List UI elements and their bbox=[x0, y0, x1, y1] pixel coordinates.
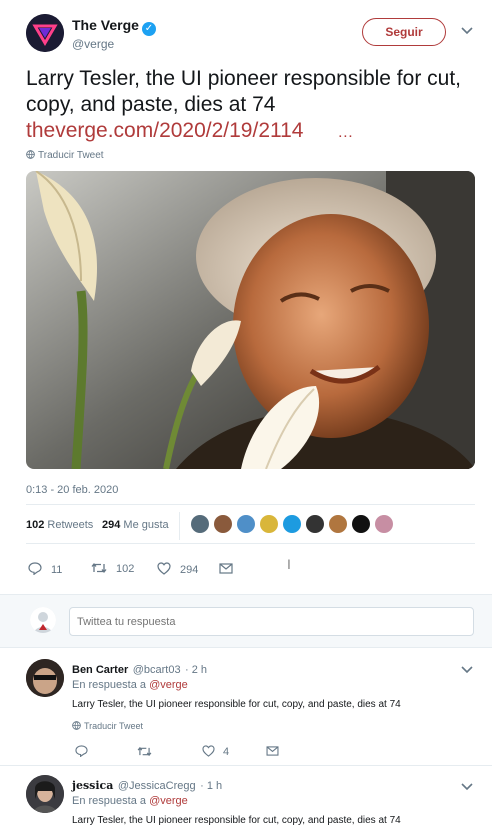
heart-icon bbox=[157, 562, 171, 575]
tweet-text: Larry Tesler, the UI pioneer responsible… bbox=[26, 66, 476, 146]
tweet-link-ellipsis[interactable]: … bbox=[337, 124, 353, 141]
reply-input[interactable] bbox=[69, 607, 474, 636]
in-reply-to: En respuesta a @verge bbox=[72, 679, 188, 691]
tweet-body: Larry Tesler, the UI pioneer responsible… bbox=[26, 67, 462, 116]
reply-count: 11 bbox=[51, 564, 63, 576]
reply-retweet-action[interactable] bbox=[137, 746, 152, 760]
text-cursor-icon: I bbox=[287, 556, 291, 572]
liker-avatar[interactable] bbox=[329, 515, 347, 533]
globe-icon bbox=[26, 150, 35, 159]
reply-avatar-photo bbox=[26, 775, 64, 813]
retweet-action[interactable]: 102 bbox=[91, 562, 134, 575]
reply-author-name[interactable]: jessica bbox=[72, 779, 113, 792]
reply-time[interactable]: · 2 h bbox=[185, 664, 207, 676]
reply-time[interactable]: · 1 h bbox=[200, 780, 222, 792]
reply-author-avatar[interactable] bbox=[26, 775, 64, 813]
retweets-label: Retweets bbox=[47, 519, 94, 531]
heart-icon bbox=[202, 745, 215, 757]
retweet-icon bbox=[137, 746, 152, 757]
reply-author-name[interactable]: Ben Carter bbox=[72, 664, 128, 676]
reply-header: jessica @JessicaCregg · 1 h bbox=[72, 776, 222, 794]
likes-label: Me gusta bbox=[123, 519, 169, 531]
reply-header: Ben Carter @bcart03 · 2 h bbox=[72, 660, 207, 678]
dm-action[interactable] bbox=[219, 563, 233, 577]
in-reply-mention[interactable]: @verge bbox=[149, 795, 188, 807]
liker-avatar[interactable] bbox=[260, 515, 278, 533]
reply-text: Larry Tesler, the UI pioneer responsible… bbox=[72, 815, 401, 826]
reply-reply-action[interactable] bbox=[75, 745, 88, 760]
follow-button[interactable]: Seguir bbox=[362, 18, 446, 46]
stats-separator bbox=[179, 512, 180, 540]
liker-avatar[interactable] bbox=[237, 515, 255, 533]
likes-count: 294 bbox=[102, 519, 121, 531]
retweets-count: 102 bbox=[26, 519, 45, 531]
likes-stat[interactable]: 294 Me gusta bbox=[102, 519, 169, 531]
liker-avatar[interactable] bbox=[306, 515, 324, 533]
in-reply-mention[interactable]: @verge bbox=[149, 679, 188, 691]
liker-avatar[interactable] bbox=[375, 515, 393, 533]
default-avatar-icon bbox=[30, 607, 56, 633]
reply-text: Larry Tesler, the UI pioneer responsible… bbox=[72, 699, 401, 710]
in-reply-to: En respuesta a @verge bbox=[72, 795, 188, 807]
reply-menu-chevron-icon[interactable] bbox=[461, 780, 473, 794]
reply-avatar-photo bbox=[26, 659, 64, 697]
liker-avatar[interactable] bbox=[283, 515, 301, 533]
divider bbox=[26, 543, 475, 544]
reply-menu-chevron-icon[interactable] bbox=[461, 663, 473, 677]
translate-label[interactable]: Traducir Tweet bbox=[38, 150, 104, 161]
like-action[interactable]: 294 bbox=[157, 562, 198, 576]
retweet-count: 102 bbox=[116, 563, 135, 575]
envelope-icon bbox=[219, 563, 233, 574]
reply-translate-link[interactable]: Traducir Tweet bbox=[72, 721, 143, 731]
retweet-stat[interactable]: 102 Retweets bbox=[26, 519, 93, 531]
in-reply-prefix: En respuesta a bbox=[72, 795, 146, 807]
verge-avatar[interactable] bbox=[26, 14, 64, 52]
in-reply-prefix: En respuesta a bbox=[72, 679, 146, 691]
reply-divider bbox=[0, 765, 492, 766]
envelope-icon bbox=[266, 746, 279, 756]
reply-like-count: 4 bbox=[223, 746, 230, 758]
liker-avatar[interactable] bbox=[214, 515, 232, 533]
globe-icon bbox=[72, 721, 81, 730]
reply-action[interactable]: 11 bbox=[28, 562, 62, 576]
verge-logo-icon bbox=[26, 14, 64, 52]
divider bbox=[26, 504, 475, 505]
tweet-link[interactable]: theverge.com/2020/2/19/2114 bbox=[26, 119, 303, 142]
author-handle[interactable]: @verge bbox=[72, 37, 114, 51]
larry-tesler-photo bbox=[26, 171, 475, 469]
current-user-avatar[interactable] bbox=[30, 607, 56, 633]
tweet-photo[interactable] bbox=[26, 171, 475, 469]
reply-dm-action[interactable] bbox=[266, 746, 279, 759]
author-name-row[interactable]: The Verge ✓ bbox=[72, 17, 156, 36]
author-name[interactable]: The Verge bbox=[72, 17, 139, 33]
translate-tweet-link[interactable]: Traducir Tweet bbox=[26, 150, 104, 161]
reply-icon bbox=[28, 562, 42, 576]
like-count: 294 bbox=[180, 564, 199, 576]
liker-avatar[interactable] bbox=[352, 515, 370, 533]
tweet-datetime[interactable]: 0:13 - 20 feb. 2020 bbox=[26, 484, 118, 496]
reply-like-action[interactable]: 4 bbox=[202, 745, 229, 758]
reply-author-handle[interactable]: @JessicaCregg bbox=[118, 780, 196, 792]
reply-author-handle[interactable]: @bcart03 bbox=[133, 664, 181, 676]
reply-translate-label[interactable]: Traducir Tweet bbox=[84, 721, 143, 731]
tweet-menu-chevron-icon[interactable] bbox=[461, 24, 473, 38]
retweet-icon bbox=[91, 562, 107, 574]
liker-avatar[interactable] bbox=[191, 515, 209, 533]
verified-icon: ✓ bbox=[141, 22, 156, 36]
reply-icon bbox=[75, 745, 88, 758]
reply-author-avatar[interactable] bbox=[26, 659, 64, 697]
